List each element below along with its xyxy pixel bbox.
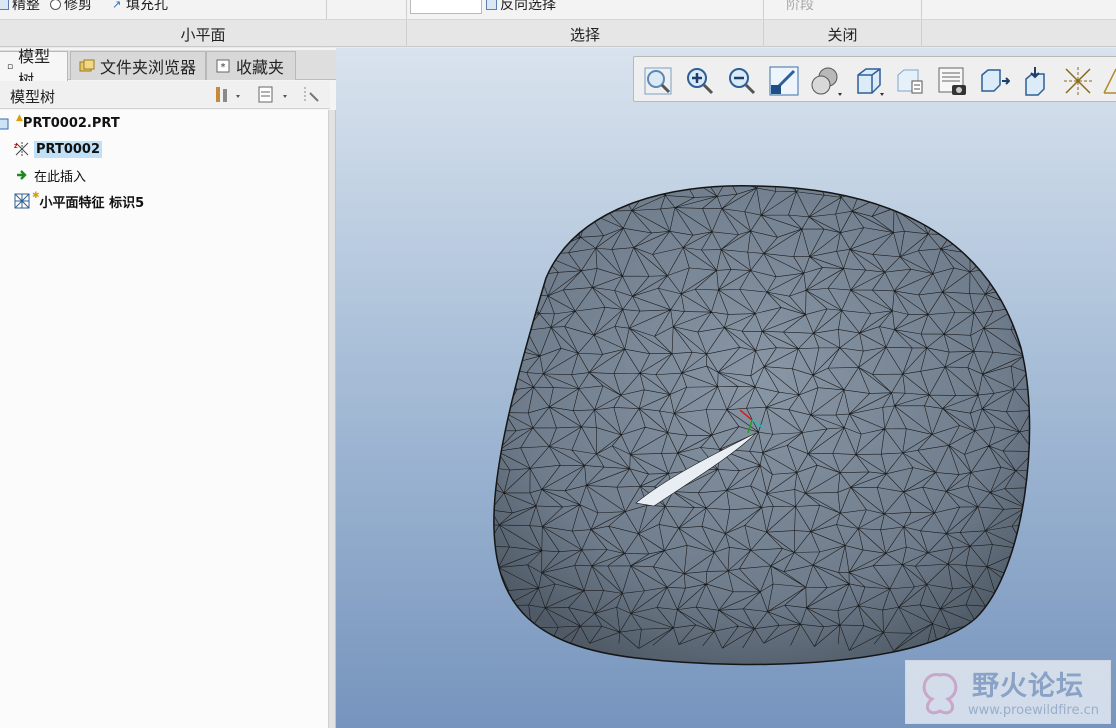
- trim-icon: [50, 0, 61, 10]
- tree-item-part[interactable]: ▲ PRT0002.PRT: [0, 112, 120, 134]
- tree-filter-button[interactable]: [302, 85, 324, 109]
- model-tree-header: 模型树: [0, 81, 330, 109]
- facet-mesh-icon: [14, 193, 30, 209]
- perspective-icon[interactable]: [978, 65, 1010, 97]
- model-tree-tab-icon: ▫: [7, 61, 14, 72]
- refine-button[interactable]: 精整: [0, 0, 40, 14]
- tree-item-prt0002[interactable]: Z PRT0002: [14, 138, 103, 160]
- svg-text:*: *: [221, 62, 226, 73]
- fill-hole-button[interactable]: ↗ 填充孔: [112, 0, 168, 14]
- forum-watermark-url: www.proewildfire.cn: [968, 703, 1099, 718]
- facet-feature-icon: Z: [14, 142, 29, 156]
- display-style-icon[interactable]: [810, 65, 842, 97]
- stage-button[interactable]: 阶段: [786, 0, 814, 14]
- repaint-icon[interactable]: [768, 65, 800, 97]
- graphics-viewport[interactable]: [336, 48, 1116, 728]
- trim-button[interactable]: 修剪: [50, 0, 92, 14]
- tree-settings-icon: [216, 87, 240, 102]
- ribbon-group-labels: 小平面 选择 关闭: [0, 19, 1116, 47]
- warning-marker-icon: ▲: [16, 113, 23, 123]
- insert-here-arrow-icon: [17, 170, 27, 180]
- group-separator: [406, 20, 407, 47]
- ribbon: 精整 修剪 ↗ 填充孔 反向选择 阶段 小平面 选择 关闭: [0, 0, 1116, 47]
- part-icon: [0, 118, 9, 130]
- model-tree: ▲ PRT0002.PRT Z PRT0002 在此插入 ✱ 小平面特征 标识5: [0, 110, 328, 728]
- tree-item-facet-feature[interactable]: ✱ 小平面特征 标识5: [14, 190, 144, 212]
- invert-selection-icon: [486, 0, 497, 10]
- refit-icon[interactable]: [642, 65, 674, 97]
- group-label-close: 关闭: [827, 26, 858, 44]
- group-separator: [763, 20, 764, 47]
- forum-watermark: 野火论坛 www.proewildfire.cn: [905, 660, 1111, 724]
- tree-columns-icon: [258, 86, 287, 103]
- datum-display-icon[interactable]: [1062, 65, 1094, 97]
- invert-selection-button[interactable]: 反向选择: [486, 0, 556, 14]
- folder-browser-icon: [79, 59, 95, 72]
- svg-text:Z: Z: [14, 144, 18, 150]
- tab-model-tree[interactable]: ▫ 模型树: [0, 47, 68, 90]
- datum-planes-icon[interactable]: [1102, 65, 1116, 97]
- standard-orientation-icon[interactable]: [894, 65, 926, 97]
- tree-settings-button[interactable]: [214, 85, 242, 109]
- model-tree-title: 模型树: [10, 88, 56, 106]
- refine-icon: [0, 0, 9, 10]
- tree-columns-button[interactable]: [257, 85, 293, 109]
- spin-center-icon[interactable]: [1020, 65, 1052, 97]
- tree-item-insert-here[interactable]: 在此插入: [14, 164, 86, 186]
- navigator-panel: ▫ 模型树 文件夹浏览器 * 收藏夹 模型树 ▲ PRT0002.PRT Z P…: [0, 47, 336, 728]
- group-separator: [921, 20, 922, 47]
- mesh-surface: [493, 185, 1031, 666]
- saved-views-icon[interactable]: [852, 65, 884, 97]
- ribbon-buttons-row: 精整 修剪 ↗ 填充孔 反向选择 阶段: [0, 0, 1116, 47]
- graphics-toolbar: [633, 56, 1116, 102]
- tab-folder-browser[interactable]: 文件夹浏览器: [70, 51, 206, 80]
- tree-filter-icon: [304, 87, 319, 102]
- favorites-icon: *: [216, 59, 230, 73]
- panel-splitter[interactable]: [328, 110, 336, 728]
- fill-hole-icon: ↗: [112, 0, 122, 11]
- tab-favorites[interactable]: * 收藏夹: [206, 51, 296, 80]
- navigator-tabs: ▫ 模型树 文件夹浏览器 * 收藏夹: [0, 47, 336, 90]
- view-manager-icon[interactable]: [936, 65, 968, 97]
- facet-mesh-model[interactable]: [336, 48, 1116, 728]
- forum-logo: [922, 673, 958, 715]
- group-label-facet: 小平面: [180, 26, 226, 44]
- group-label-select: 选择: [569, 26, 600, 44]
- forum-watermark-title: 野火论坛: [972, 671, 1084, 702]
- zoom-out-icon[interactable]: [726, 65, 758, 97]
- zoom-in-icon[interactable]: [684, 65, 716, 97]
- selection-filter-dropdown[interactable]: [410, 0, 482, 14]
- regenerated-marker-icon: ✱: [32, 191, 40, 201]
